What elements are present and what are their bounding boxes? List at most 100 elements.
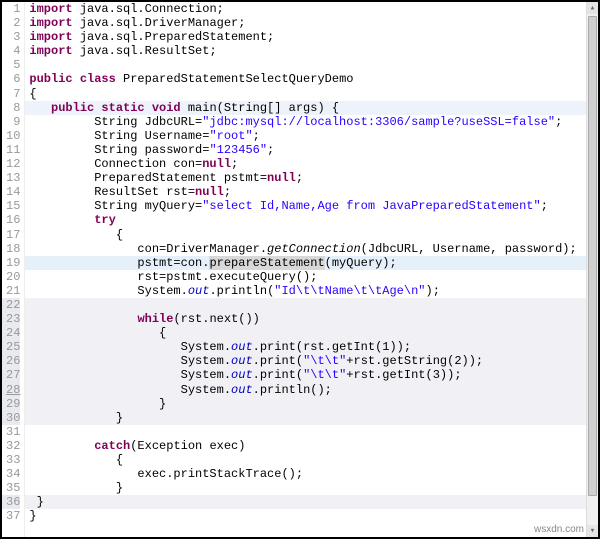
code-token: public static void [51,101,181,115]
code-line[interactable]: catch(Exception exec) [25,439,598,453]
scrollbar-thumb[interactable] [588,16,597,496]
line-number: 4 [2,44,20,58]
line-number: 1 [2,2,20,16]
code-token: "\t\t" [303,368,346,382]
line-number: 2 [2,16,20,30]
line-number: 28 [2,383,20,397]
code-line[interactable]: { [25,87,598,101]
code-line[interactable]: String Username="root"; [25,129,598,143]
code-token: "jdbc:mysql://localhost:3306/sample?useS… [202,115,555,129]
code-line[interactable]: } [25,411,598,425]
line-number: 25 [2,340,20,354]
code-line[interactable]: import java.sql.Connection; [25,2,598,16]
code-token: "\t\t" [303,354,346,368]
line-number: 34 [2,467,20,481]
code-line[interactable]: String JdbcURL="jdbc:mysql://localhost:3… [25,115,598,129]
code-token: getConnection [267,242,361,256]
code-line[interactable]: String password="123456"; [25,143,598,157]
line-number: 27 [2,368,20,382]
code-line[interactable] [25,425,598,439]
code-area[interactable]: import java.sql.Connection;import java.s… [25,2,598,537]
code-line[interactable]: rst=pstmt.executeQuery(); [25,270,598,284]
line-number: 9 [2,115,20,129]
code-token: import [29,30,72,44]
code-line[interactable]: public static void main(String[] args) { [25,101,598,115]
line-number-gutter: 1234567891011121314151617181920212223242… [2,2,25,537]
line-number: 20 [2,270,20,284]
line-number: 32 [2,439,20,453]
line-number: 6 [2,72,20,86]
line-number: 17 [2,228,20,242]
code-token: "123456" [209,143,267,157]
code-line[interactable]: { [25,326,598,340]
line-number: 33 [2,453,20,467]
code-token: out [231,383,253,397]
code-line[interactable]: import java.sql.PreparedStatement; [25,30,598,44]
code-token: public class [29,72,115,86]
code-line[interactable]: try [25,213,598,227]
line-number: 30 [2,411,20,425]
code-token: "Id\t\tName\t\tAge\n" [274,284,425,298]
code-line[interactable]: { [25,453,598,467]
code-token: out [231,354,253,368]
code-line[interactable]: String myQuery="select Id,Name,Age from … [25,199,598,213]
line-number: 21 [2,284,20,298]
code-line[interactable]: pstmt=con.prepareStatement(myQuery); [25,256,598,270]
line-number: 7 [2,87,20,101]
code-line[interactable]: { [25,228,598,242]
code-line[interactable]: System.out.println("Id\t\tName\t\tAge\n"… [25,284,598,298]
code-token: import [29,2,72,16]
code-line[interactable]: ResultSet rst=null; [25,185,598,199]
code-line[interactable]: } [25,495,598,509]
scroll-down-arrow-icon[interactable]: ▾ [587,525,598,537]
code-line[interactable]: } [25,481,598,495]
code-line[interactable]: PreparedStatement pstmt=null; [25,171,598,185]
line-number: 26 [2,354,20,368]
code-editor: 1234567891011121314151617181920212223242… [2,2,598,537]
line-number: 35 [2,481,20,495]
code-line[interactable]: System.out.println(); [25,383,598,397]
code-token: null [202,157,231,171]
line-number: 15 [2,199,20,213]
code-line[interactable]: System.out.print(rst.getInt(1)); [25,340,598,354]
code-token: out [231,368,253,382]
code-line[interactable]: } [25,397,598,411]
code-token: out [231,340,253,354]
code-token: out [188,284,210,298]
line-number: 29 [2,397,20,411]
line-number: 37 [2,509,20,523]
line-number: 23 [2,312,20,326]
code-token: "select Id,Name,Age from JavaPreparedSta… [202,199,540,213]
scroll-up-arrow-icon[interactable]: ▴ [587,2,598,14]
code-token: prepareStatement [209,256,324,270]
code-line[interactable]: import java.sql.DriverManager; [25,16,598,30]
code-line[interactable]: Connection con=null; [25,157,598,171]
line-number: 19 [2,256,20,270]
code-line[interactable]: } [25,509,598,523]
code-token: null [195,185,224,199]
line-number: 18 [2,242,20,256]
line-number: 13 [2,171,20,185]
code-line[interactable]: exec.printStackTrace(); [25,467,598,481]
code-line[interactable]: import java.sql.ResultSet; [25,44,598,58]
line-number: 3 [2,30,20,44]
code-line[interactable]: System.out.print("\t\t"+rst.getString(2)… [25,354,598,368]
code-line[interactable] [25,298,598,312]
code-line[interactable]: while(rst.next()) [25,312,598,326]
line-number: 22 [2,298,20,312]
line-number: 14 [2,185,20,199]
code-token: "root" [209,129,252,143]
code-token: null [267,171,296,185]
code-line[interactable] [25,58,598,72]
code-token: import [29,16,72,30]
vertical-scrollbar[interactable]: ▴ ▾ [586,2,598,537]
line-number: 16 [2,213,20,227]
code-line[interactable]: System.out.print("\t\t"+rst.getInt(3)); [25,368,598,382]
code-token: catch [94,439,130,453]
line-number: 5 [2,58,20,72]
code-token: while [137,312,173,326]
watermark-text: wsxdn.com [534,524,584,535]
line-number: 31 [2,425,20,439]
code-line[interactable]: public class PreparedStatementSelectQuer… [25,72,598,86]
code-line[interactable]: con=DriverManager.getConnection(JdbcURL,… [25,242,598,256]
